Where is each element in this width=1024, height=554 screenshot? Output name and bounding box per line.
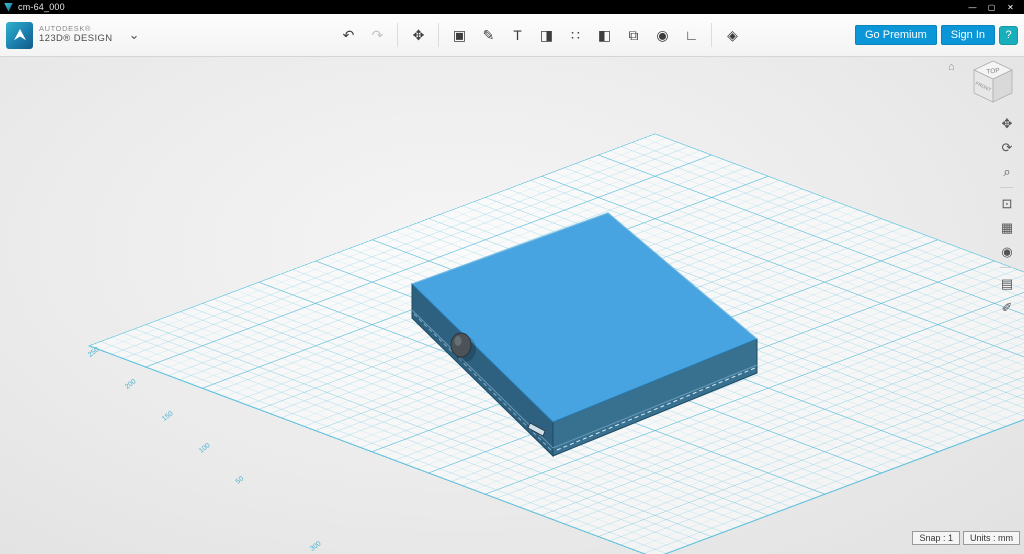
modify-icon[interactable]: ◧	[595, 27, 613, 44]
3d-viewport[interactable]: 250 200 150 100 50 300 ⌂ TOP FRONT	[0, 57, 1024, 554]
viewport-nav-toolbar: ✥ ⟳ ⌕ ⊡ ▦ ◉ ▤ ✐	[998, 115, 1016, 316]
main-toolbar: AUTODESK® 123D® DESIGN ⌄ ↶ ↷ ✥ ▣ ✎ T ◨ ∷…	[0, 14, 1024, 57]
autodesk-123d-logo-icon	[6, 22, 33, 49]
primitives-icon[interactable]: ▣	[450, 27, 468, 44]
toolbar-separator	[711, 23, 712, 47]
snap-icon[interactable]: ◈	[723, 27, 741, 44]
window-controls: — ▢ ✕	[963, 0, 1020, 14]
text-tool-icon[interactable]: T	[508, 27, 526, 43]
model-knob-highlight	[455, 336, 462, 346]
nav-separator	[1000, 267, 1014, 268]
app-icon	[4, 3, 13, 12]
shaded-view-icon[interactable]: ▦	[998, 219, 1016, 236]
pattern-icon[interactable]: ∷	[566, 27, 584, 44]
model-knob[interactable]	[451, 333, 471, 357]
window-title: cm-64_000	[18, 2, 65, 12]
sketch-icon[interactable]: ✎	[479, 27, 497, 44]
account-area: Go Premium Sign In ?	[855, 25, 1018, 45]
toolbar-separator	[397, 23, 398, 47]
brand: AUTODESK® 123D® DESIGN ⌄	[6, 22, 139, 49]
view-cube[interactable]: TOP FRONT	[966, 57, 1018, 107]
main-menu-chevron-icon[interactable]: ⌄	[129, 27, 140, 43]
status-bar: Snap : 1 Units : mm	[912, 531, 1020, 545]
brand-123d-design: 123D® DESIGN	[39, 34, 113, 45]
grouping-icon[interactable]: ⧉	[624, 27, 642, 44]
help-button[interactable]: ?	[999, 26, 1018, 45]
go-premium-button[interactable]: Go Premium	[855, 25, 937, 45]
title-bar: cm-64_000 — ▢ ✕	[0, 0, 1024, 14]
nav-separator	[1000, 187, 1014, 188]
material-icon[interactable]: ✐	[998, 299, 1016, 316]
pan-icon[interactable]: ✥	[998, 115, 1016, 132]
toolbar-separator	[438, 23, 439, 47]
visibility-icon[interactable]: ◉	[998, 243, 1016, 260]
tool-icon-row: ↶ ↷ ✥ ▣ ✎ T ◨ ∷ ◧ ⧉ ◉ ∟ ◈	[339, 23, 741, 47]
units-setting[interactable]: Units : mm	[963, 531, 1020, 545]
grid-settings-icon[interactable]: ▤	[998, 275, 1016, 292]
combine-icon[interactable]: ◉	[653, 27, 671, 44]
close-button[interactable]: ✕	[1001, 0, 1020, 14]
sign-in-button[interactable]: Sign In	[941, 25, 995, 45]
fit-view-icon[interactable]: ⊡	[998, 195, 1016, 212]
model-canvas	[0, 57, 1024, 554]
undo-icon[interactable]: ↶	[339, 27, 357, 44]
redo-icon[interactable]: ↷	[368, 27, 386, 44]
view-cube-area: ⌂ TOP FRONT	[948, 57, 1018, 109]
maximize-button[interactable]: ▢	[982, 0, 1001, 14]
zoom-icon[interactable]: ⌕	[998, 163, 1016, 180]
snap-setting[interactable]: Snap : 1	[912, 531, 960, 545]
orbit-icon[interactable]: ⟳	[998, 139, 1016, 156]
home-view-icon[interactable]: ⌂	[948, 61, 955, 73]
minimize-button[interactable]: —	[963, 0, 982, 14]
brand-text: AUTODESK® 123D® DESIGN	[39, 25, 113, 45]
measure-icon[interactable]: ∟	[682, 27, 700, 43]
construct-icon[interactable]: ◨	[537, 27, 555, 44]
transform-icon[interactable]: ✥	[409, 27, 427, 44]
